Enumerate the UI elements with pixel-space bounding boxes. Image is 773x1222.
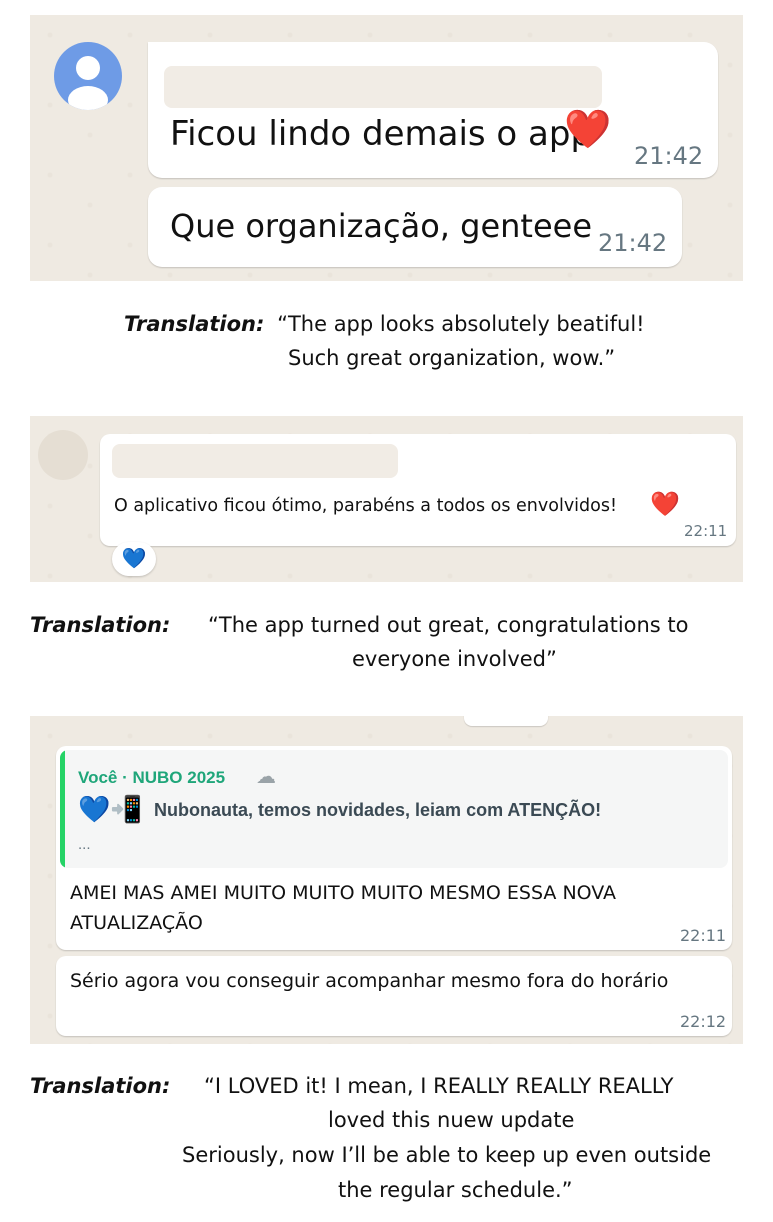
message-bubble[interactable]: Você · NUBO 2025 ☁ 💙📲 Nubonauta, temos n… (56, 746, 732, 950)
date-chip (464, 716, 548, 726)
reaction-badge[interactable]: 💙 (112, 542, 156, 576)
message-bubble[interactable]: Sério agora vou conseguir acompanhar mes… (56, 956, 732, 1036)
message-text: Sério agora vou conseguir acompanhar mes… (70, 970, 669, 992)
message-bubble[interactable]: Que organização, genteee 21:42 (148, 187, 682, 267)
translation-line: “The app turned out great, congratulatio… (208, 613, 689, 637)
translation-line: everyone involved” (352, 647, 557, 671)
translation-line: “I LOVED it! I mean, I REALLY REALLY REA… (204, 1074, 674, 1098)
message-text: Que organização, genteee (170, 207, 593, 245)
quote-author: Você · NUBO 2025 (78, 768, 226, 787)
translation-line: “The app looks absolutely beatiful! (277, 312, 645, 336)
message-time: 22:12 (680, 1012, 727, 1031)
blurred-sender-name (112, 444, 398, 478)
message-text: ATUALIZAÇÃO (70, 912, 203, 934)
cloud-icon: ☁ (256, 766, 276, 788)
message-text: AMEI MAS AMEI MUITO MUITO MUITO MESMO ES… (70, 882, 617, 904)
message-time: 21:42 (598, 229, 668, 257)
message-text: O aplicativo ficou ótimo, parabéns a tod… (114, 496, 617, 516)
translation-label: Translation: (124, 312, 265, 336)
translation-label: Translation: (30, 1074, 171, 1098)
message-bubble[interactable]: Ficou lindo demais o app ❤️ 21:42 (148, 42, 718, 178)
quoted-message[interactable]: Você · NUBO 2025 ☁ 💙📲 Nubonauta, temos n… (60, 750, 728, 868)
message-text: Ficou lindo demais o app (170, 114, 593, 154)
blurred-sender-name (164, 66, 602, 108)
quote-accent-bar (60, 750, 65, 868)
chat-panel-3: Você · NUBO 2025 ☁ 💙📲 Nubonauta, temos n… (30, 716, 743, 1044)
heart-emoji: ❤️ (564, 109, 612, 151)
translation-2: Translation: (30, 608, 170, 642)
translation-line: Seriously, now I’ll be able to keep up e… (182, 1143, 712, 1167)
avatar[interactable] (38, 430, 88, 480)
translation-3: Translation: (30, 1069, 170, 1103)
translation-line: loved this nuew update (328, 1108, 575, 1132)
translation-1: Translation: “The app looks absolutely b… (124, 307, 645, 341)
quote-text: Nubonauta, temos novidades, leiam com AT… (154, 800, 602, 820)
message-time: 22:11 (680, 926, 727, 945)
message-time: 22:11 (684, 522, 728, 540)
avatar[interactable] (54, 42, 122, 110)
translation-line: Such great organization, wow.” (288, 346, 616, 370)
translation-line: the regular schedule.” (338, 1178, 573, 1202)
message-time: 21:42 (634, 142, 704, 170)
message-bubble[interactable]: O aplicativo ficou ótimo, parabéns a tod… (100, 434, 736, 546)
heart-emoji: ❤️ (650, 491, 680, 518)
person-icon (68, 56, 108, 110)
translation-label: Translation: (30, 613, 171, 637)
quote-ellipsis: ... (78, 836, 91, 853)
chat-panel-1: Ficou lindo demais o app ❤️ 21:42 Que or… (30, 15, 743, 281)
chat-panel-2: O aplicativo ficou ótimo, parabéns a tod… (30, 416, 743, 582)
quote-emojis: 💙📲 (78, 794, 143, 824)
blue-heart-icon: 💙 (121, 548, 147, 570)
